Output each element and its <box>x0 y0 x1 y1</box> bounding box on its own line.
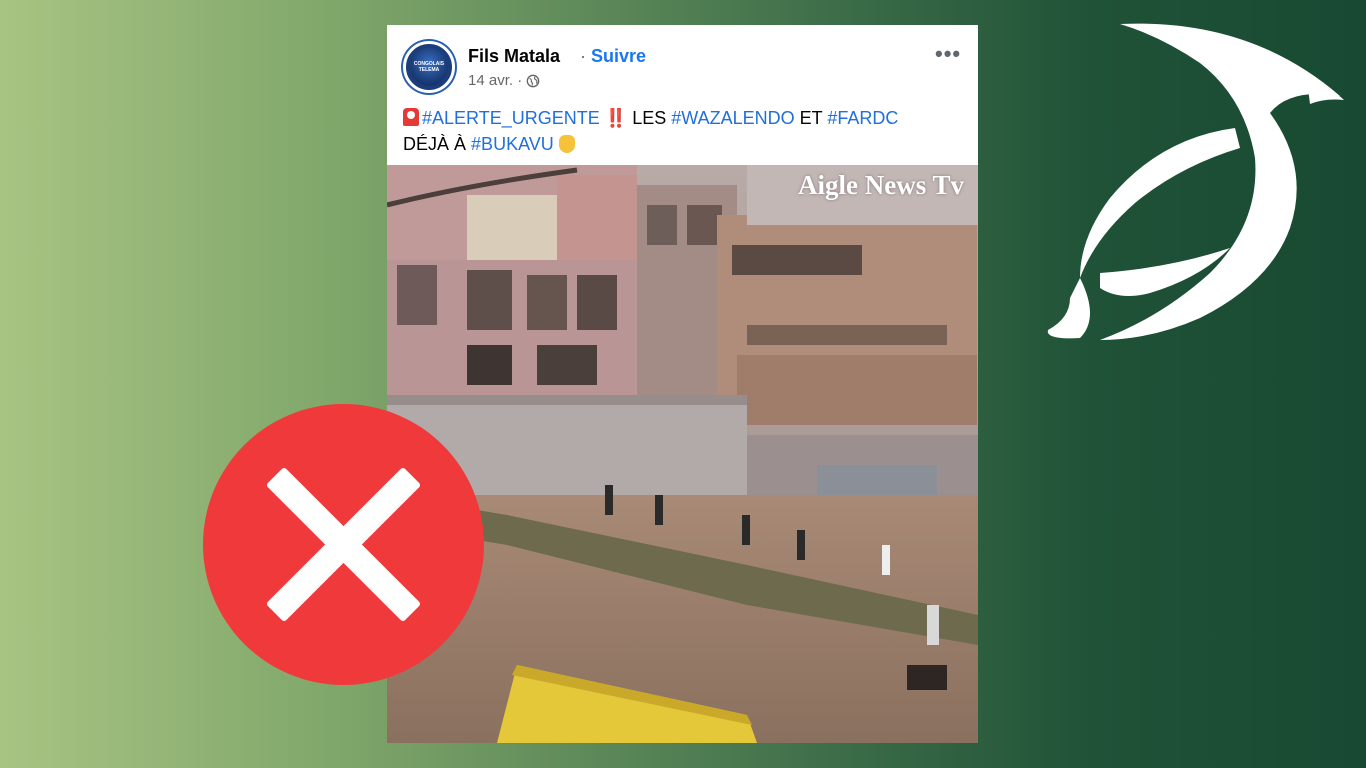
hashtag-fardc[interactable]: #FARDC <box>827 108 898 128</box>
post-header: CONGOLAIS TELEMA Fils Matala · Suivre 14… <box>387 25 978 154</box>
post-meta: 14 avr. · <box>468 72 540 89</box>
separator-dot: · <box>580 46 586 66</box>
caption-text-les: LES <box>632 108 667 128</box>
false-verdict-badge <box>203 404 484 685</box>
avatar-text: CONGOLAIS TELEMA <box>410 48 448 86</box>
hashtag-bukavu[interactable]: #BUKAVU <box>471 134 554 154</box>
post-caption: #ALERTE_URGENTE ‼️ LES #WAZALENDO ET #FA… <box>403 105 963 157</box>
post-date[interactable]: 14 avr. · <box>468 72 522 89</box>
more-options-icon[interactable]: ••• <box>935 41 961 67</box>
caption-text-deja: DÉJÀ À <box>403 134 467 154</box>
pointing-down-emoji-icon <box>558 135 575 153</box>
double-exclamation-emoji: ‼️ <box>604 108 628 128</box>
siren-emoji-icon <box>403 108 419 126</box>
false-cross-icon <box>266 467 421 622</box>
follow-button[interactable]: Suivre <box>591 46 646 67</box>
hashtag-wazalendo[interactable]: #WAZALENDO <box>671 108 794 128</box>
globe-icon <box>526 74 540 87</box>
author-name[interactable]: Fils Matala <box>468 46 560 67</box>
bird-logo-icon <box>1047 23 1344 340</box>
author-avatar[interactable]: CONGOLAIS TELEMA <box>403 41 455 93</box>
caption-text-et: ET <box>799 108 823 128</box>
hashtag-alerte-urgente[interactable]: #ALERTE_URGENTE <box>422 108 600 128</box>
